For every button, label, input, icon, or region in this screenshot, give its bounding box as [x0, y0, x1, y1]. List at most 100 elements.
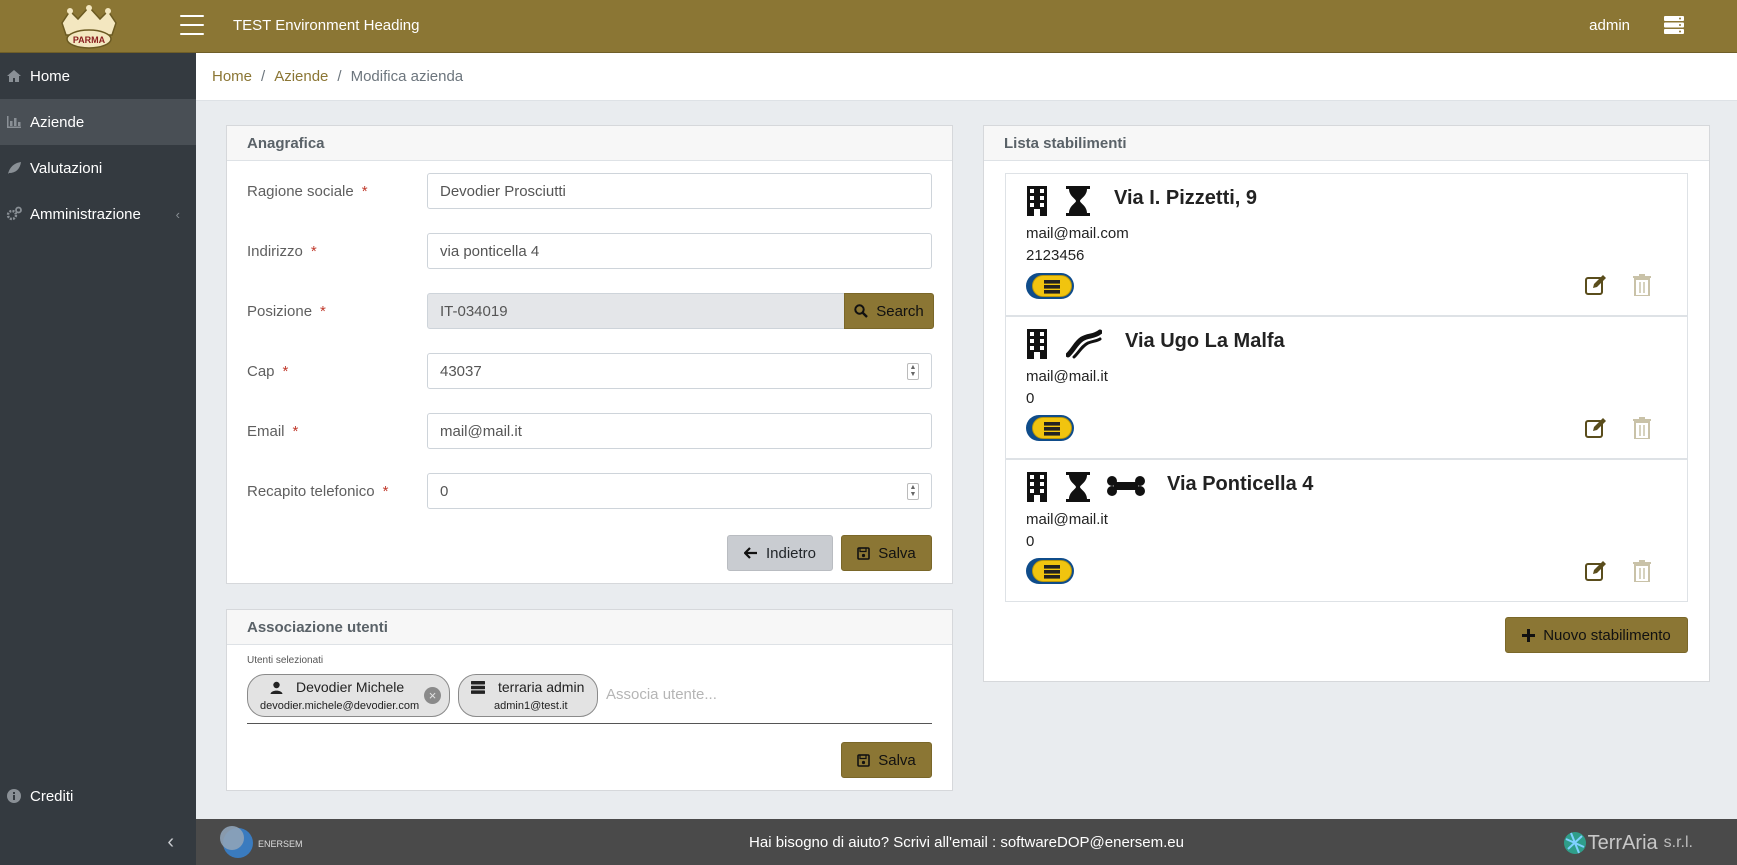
trash-icon[interactable] — [1633, 417, 1651, 439]
server-icon — [471, 681, 485, 694]
stabilimento-email: mail@mail.it — [1026, 511, 1108, 528]
user-chip[interactable]: Devodier Michele devodier.michele@devodi… — [247, 674, 450, 717]
stabilimento-phone: 2123456 — [1026, 247, 1085, 264]
trash-icon[interactable] — [1633, 274, 1651, 296]
environment-title: TEST Environment Heading — [233, 17, 420, 34]
indirizzo-input[interactable]: via ponticella 4 — [427, 233, 932, 269]
sidebar-item-crediti[interactable]: Crediti — [0, 773, 196, 819]
number-spinner-icon[interactable]: ▲ ▼ — [907, 483, 919, 500]
save-icon — [857, 546, 871, 560]
cap-input[interactable]: 43037 ▲ ▼ — [427, 353, 932, 389]
chip-user-name: terraria admin — [498, 679, 585, 695]
trash-icon[interactable] — [1633, 560, 1651, 582]
user-icon — [270, 681, 283, 694]
sidebar-item-amministrazione[interactable]: Amministrazione ‹ — [0, 191, 196, 237]
user-name[interactable]: admin — [1589, 17, 1630, 34]
parma-crown-logo[interactable]: PARMA — [56, 5, 122, 49]
hourglass-icon — [1066, 472, 1090, 502]
nuovo-stabilimento-button[interactable]: Nuovo stabilimento — [1505, 617, 1688, 653]
indirizzo-label: Indirizzo — [247, 242, 303, 260]
stabilimento-address: Via I. Pizzetti, 9 — [1114, 187, 1258, 209]
required-marker: * — [310, 242, 317, 260]
breadcrumb-separator: / — [261, 68, 266, 85]
info-icon — [7, 789, 21, 803]
telefono-row: Recapito telefonico * 0 ▲ ▼ — [247, 473, 952, 509]
required-marker: * — [382, 482, 389, 500]
associa-utente-input[interactable]: Associa utente... — [606, 686, 717, 703]
stabilimento-status-badge — [1026, 558, 1074, 584]
stabilimento-status-badge — [1026, 273, 1074, 299]
breadcrumb: Home / Aziende / Modifica azienda — [196, 53, 1737, 101]
salva-associazione-button[interactable]: Salva — [841, 742, 932, 778]
stabilimento-email: mail@mail.it — [1026, 368, 1108, 385]
nuovo-stabilimento-label: Nuovo stabilimento — [1543, 626, 1671, 644]
sidebar-item-label: Amministrazione — [30, 205, 141, 223]
chip-user-name: Devodier Michele — [296, 679, 405, 695]
telefono-input[interactable]: 0 ▲ ▼ — [427, 473, 932, 509]
menu-toggle-icon[interactable] — [180, 15, 204, 37]
chip-user-email: devodier.michele@devodier.com — [260, 700, 420, 712]
user-chip[interactable]: terraria admin admin1@test.it — [458, 674, 598, 717]
salva-label: Salva — [878, 544, 916, 562]
remove-chip-icon[interactable]: × — [424, 687, 441, 704]
email-row: Email * mail@mail.it — [247, 413, 952, 449]
required-marker: * — [361, 182, 368, 200]
number-spinner-icon[interactable]: ▲ ▼ — [907, 363, 919, 380]
stabilimento-address: Via Ponticella 4 — [1167, 473, 1314, 495]
save-icon — [857, 753, 871, 767]
terraria-name: TerrAria — [1587, 831, 1658, 854]
edit-icon[interactable] — [1585, 274, 1607, 296]
cap-label: Cap — [247, 362, 275, 380]
top-bar: PARMA TEST Environment Heading admin — [0, 0, 1737, 53]
telefono-value: 0 — [440, 482, 449, 500]
posizione-row: Posizione * IT-034019 Search — [247, 293, 952, 329]
server-icon[interactable] — [1663, 15, 1685, 35]
ragione-sociale-input[interactable]: Devodier Prosciutti — [427, 173, 932, 209]
edit-icon[interactable] — [1585, 560, 1607, 582]
building-icon — [1027, 329, 1047, 359]
search-button[interactable]: Search — [844, 293, 934, 329]
required-marker: * — [292, 422, 299, 440]
sidebar-item-valutazioni[interactable]: Valutazioni — [0, 145, 196, 191]
telefono-label: Recapito telefonico — [247, 482, 375, 500]
posizione-label: Posizione — [247, 302, 313, 320]
search-button-label: Search — [876, 302, 924, 320]
sidebar-item-label: Home — [30, 67, 71, 85]
sidebar-collapse-bar: ‹ — [0, 819, 196, 865]
search-icon — [854, 304, 869, 318]
leaf-icon — [8, 162, 21, 174]
ragione-sociale-label: Ragione sociale — [247, 182, 354, 200]
cap-row: Cap * 43037 ▲ ▼ — [247, 353, 952, 389]
building-icon — [1027, 472, 1047, 502]
indietro-label: Indietro — [765, 544, 817, 562]
building-icon — [1027, 186, 1047, 216]
sidebar-item-label: Aziende — [30, 113, 85, 131]
associazione-title: Associazione utenti — [227, 610, 952, 645]
bone-icon — [1107, 476, 1145, 496]
hourglass-icon — [1066, 186, 1090, 216]
edit-icon[interactable] — [1585, 417, 1607, 439]
arrow-left-icon — [743, 547, 757, 559]
email-label: Email — [247, 422, 285, 440]
collapse-sidebar-icon[interactable]: ‹ — [167, 831, 174, 854]
selected-users-label: Utenti selezionati — [247, 655, 324, 666]
salva-button[interactable]: Salva — [841, 535, 932, 571]
input-underline — [247, 723, 932, 724]
posizione-input: IT-034019 — [427, 293, 845, 329]
stabilimento-item: Via Ugo La Malfa mail@mail.it 0 — [1005, 316, 1688, 459]
sidebar-item-home[interactable]: Home — [0, 53, 196, 99]
sidebar-item-label: Valutazioni — [30, 159, 103, 177]
indietro-button[interactable]: Indietro — [727, 535, 833, 571]
anagrafica-card: Anagrafica Ragione sociale * Devodier Pro… — [226, 125, 953, 584]
stabilimento-status-badge — [1026, 415, 1074, 441]
breadcrumb-home-link[interactable]: Home — [212, 68, 252, 85]
sidebar-item-aziende[interactable]: Aziende — [0, 99, 196, 145]
breadcrumb-aziende-link[interactable]: Aziende — [274, 68, 328, 85]
terraria-suffix: s.r.l. — [1663, 834, 1693, 851]
stabilimento-phone: 0 — [1026, 533, 1035, 550]
terraria-logo[interactable]: TerrAria s.r.l. — [1562, 828, 1693, 858]
home-icon — [7, 70, 21, 82]
stabilimento-address: Via Ugo La Malfa — [1125, 330, 1285, 352]
email-input[interactable]: mail@mail.it — [427, 413, 932, 449]
sidebar-item-label: Crediti — [30, 787, 74, 805]
